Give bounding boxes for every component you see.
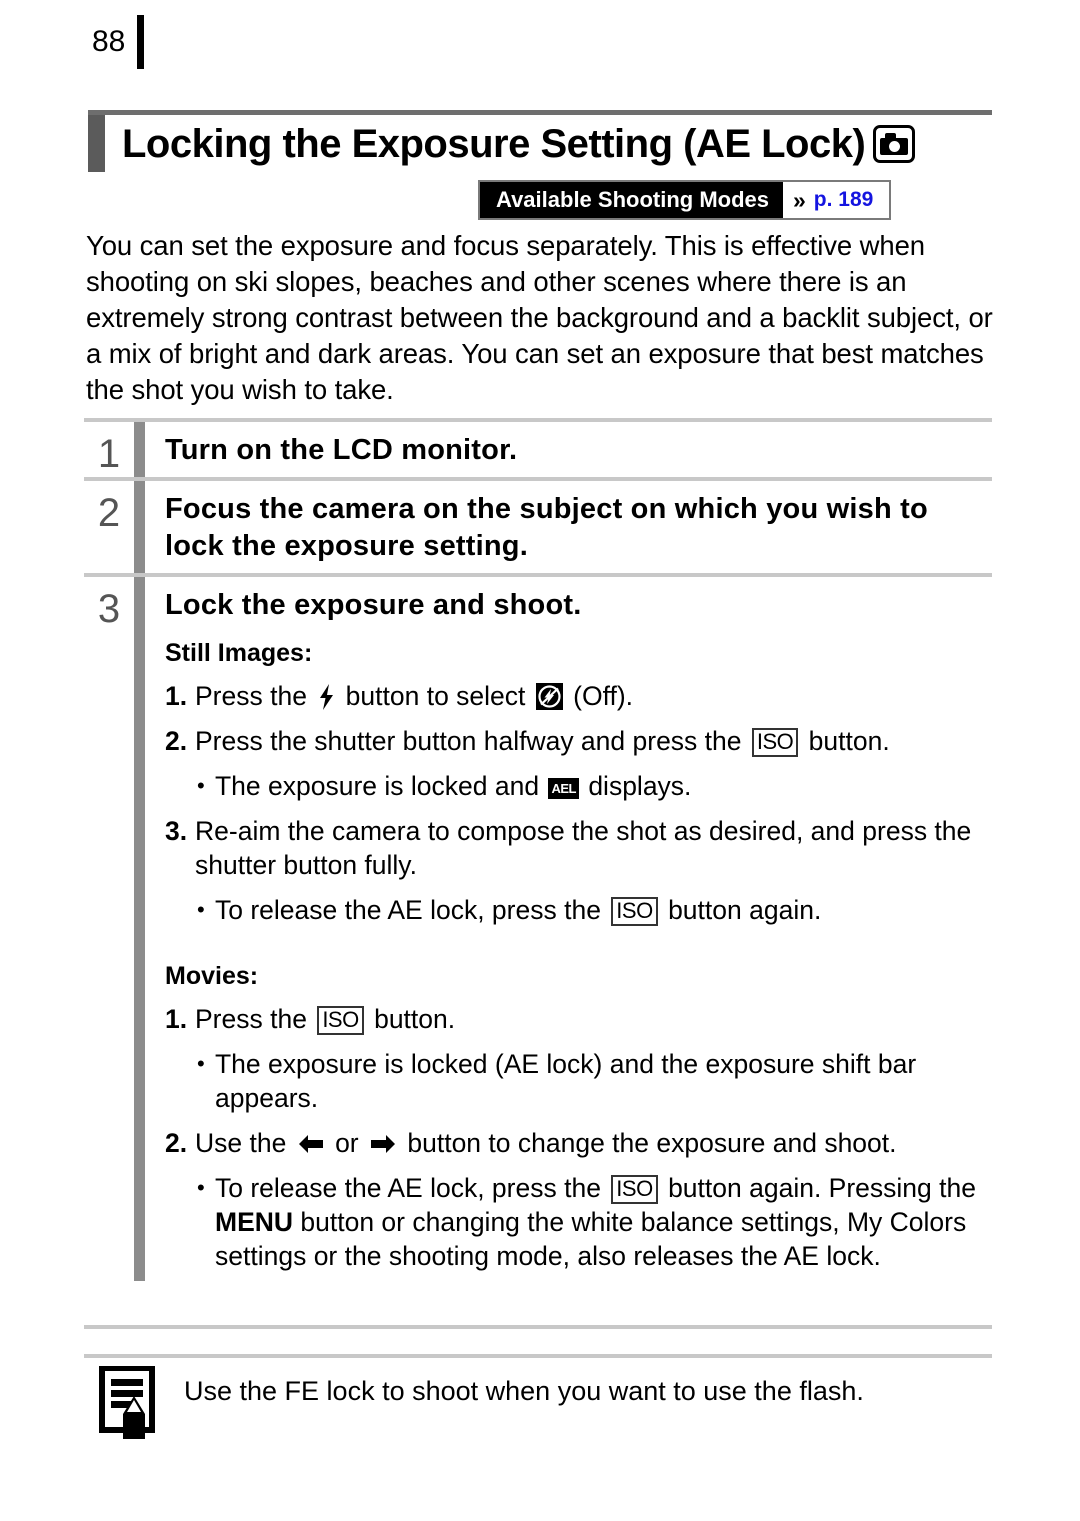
iso-button-icon: ISO [611, 897, 658, 926]
list-item-text: The exposure is locked (AE lock) and the… [215, 1049, 917, 1113]
text-fragment: button again. Pressing the [660, 1173, 976, 1203]
list-item: 1. Press the ISO button. [165, 1002, 992, 1036]
text-fragment: (Off). [565, 681, 634, 711]
flash-off-icon [535, 683, 563, 710]
available-shooting-modes-badge: Available Shooting Modes » p. 189 [478, 180, 892, 220]
list-item-text: Press the button to select (Off). [195, 679, 992, 713]
step-item: 2 Focus the camera on the subject on whi… [84, 477, 992, 573]
text-fragment: To release the AE lock, press the [215, 895, 609, 925]
page-tab-bar [137, 15, 145, 69]
text-fragment: button. [801, 726, 890, 756]
step-accent-bar [134, 422, 145, 477]
step-body: Turn on the LCD monitor. [145, 422, 992, 477]
available-shooting-modes-label: Available Shooting Modes [480, 182, 783, 218]
text-fragment: Press the [195, 681, 315, 711]
list-item: • To release the AE lock, press the ISO … [165, 893, 992, 927]
step-body: Lock the exposure and shoot. Still Image… [145, 577, 992, 1281]
available-shooting-modes-link[interactable]: » p. 189 [783, 182, 890, 218]
text-fragment: button to change the exposure and shoot. [400, 1128, 897, 1158]
step-item: 1 Turn on the LCD monitor. [84, 418, 992, 477]
list-item-text: The exposure is locked and AEL displays. [215, 769, 992, 803]
list-marker: 2. [165, 726, 188, 756]
text-fragment: button to select [338, 681, 533, 711]
text-fragment: Use the [195, 1128, 294, 1158]
subsection-heading-movies: Movies: [165, 962, 259, 990]
text-fragment: or [327, 1128, 366, 1158]
list-marker: 3. [165, 816, 188, 846]
double-chevron-right-icon: » [793, 186, 806, 213]
text-fragment: Press the shutter button halfway and pre… [195, 726, 749, 756]
list-item: 2. Use the or button to change the expos… [165, 1126, 992, 1160]
section-title: Locking the Exposure Setting (AE Lock) [88, 110, 992, 172]
step-accent-bar [134, 481, 145, 573]
step-number: 1 [97, 432, 121, 476]
list-item-text: To release the AE lock, press the ISO bu… [215, 1171, 992, 1273]
list-item: 3. Re-aim the camera to compose the shot… [165, 814, 992, 882]
list-item: • The exposure is locked (AE lock) and t… [165, 1047, 992, 1115]
text-fragment: button again. [660, 895, 822, 925]
list-marker: • [197, 897, 205, 922]
menu-button-label: MENU [215, 1207, 294, 1237]
list-marker: • [197, 1051, 205, 1076]
list-marker: 1. [165, 681, 188, 711]
steps-list: 1 Turn on the LCD monitor. 2 Focus the c… [84, 418, 992, 1281]
page-reference-link[interactable]: p. 189 [814, 188, 874, 212]
ael-indicator-icon: AEL [548, 778, 579, 799]
list-item-text: To release the AE lock, press the ISO bu… [215, 893, 992, 927]
list-item: 2. Press the shutter button halfway and … [165, 724, 992, 758]
page-title: Locking the Exposure Setting (AE Lock) [122, 122, 916, 166]
step-body: Focus the camera on the subject on which… [145, 481, 992, 573]
list-marker: 2. [165, 1128, 188, 1158]
title-accent-bar [88, 115, 105, 172]
iso-button-icon: ISO [317, 1006, 364, 1035]
page-title-text: Locking the Exposure Setting (AE Lock) [122, 122, 866, 166]
content-bottom-rule [84, 1325, 992, 1329]
note-text: Use the FE lock to shoot when you want t… [184, 1376, 864, 1406]
page-number: 88 [92, 25, 126, 58]
arrow-right-icon [371, 1135, 395, 1153]
camera-icon [873, 125, 916, 163]
iso-button-icon: ISO [751, 728, 799, 757]
arrow-left-icon [298, 1135, 323, 1153]
page-header: 88 [92, 14, 145, 70]
step-accent-bar [134, 577, 145, 1281]
step-title: Lock the exposure and shoot. [165, 589, 582, 621]
step-item: 3 Lock the exposure and shoot. Still Ima… [84, 573, 992, 1281]
text-fragment: To release the AE lock, press the [215, 1173, 609, 1203]
list-marker: • [197, 773, 205, 798]
list-item-text: Press the ISO button. [195, 1002, 992, 1036]
step-number: 3 [97, 587, 121, 631]
list-marker: 1. [165, 1004, 188, 1034]
text-fragment: displays. [580, 771, 692, 801]
step-number: 2 [97, 491, 121, 535]
flash-icon [320, 684, 334, 710]
step-title: Focus the camera on the subject on which… [165, 493, 928, 562]
text-fragment: button or changing the white balance set… [215, 1207, 967, 1271]
intro-paragraph: You can set the exposure and focus separ… [86, 230, 993, 405]
list-item: 1. Press the button to select (Off). [165, 679, 992, 713]
text-fragment: Press the [195, 1004, 315, 1034]
list-item-text: Use the or button to change the exposure… [195, 1126, 992, 1160]
manual-page: 88 Locking the Exposure Setting (AE Lock… [0, 0, 1080, 1521]
text-fragment: button. [366, 1004, 456, 1034]
note-block: Use the FE lock to shoot when you want t… [98, 1365, 998, 1442]
text-fragment: The exposure is locked and [215, 771, 547, 801]
step-title: Turn on the LCD monitor. [165, 434, 518, 466]
list-item-text: Re-aim the camera to compose the shot as… [195, 816, 972, 880]
list-marker: • [197, 1175, 205, 1200]
memo-note-icon [98, 1365, 164, 1442]
list-item-text: Press the shutter button halfway and pre… [195, 724, 992, 758]
note-top-rule [84, 1354, 992, 1358]
list-item: • To release the AE lock, press the ISO … [165, 1171, 992, 1273]
list-item: • The exposure is locked and AEL display… [165, 769, 992, 803]
subsection-heading-still-images: Still Images: [165, 639, 313, 667]
iso-button-icon: ISO [611, 1175, 658, 1204]
